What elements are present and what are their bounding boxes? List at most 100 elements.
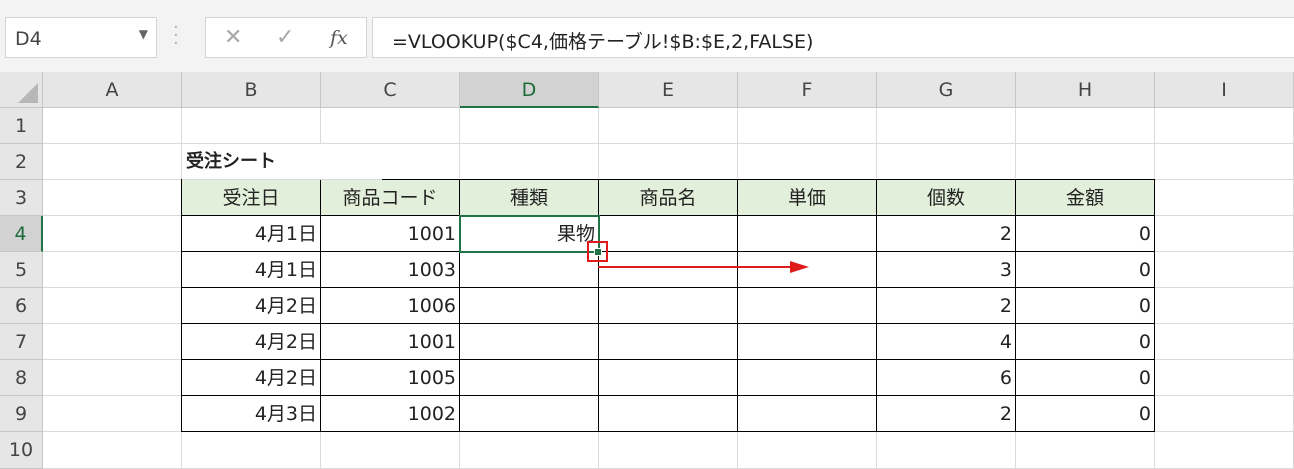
fill-handle[interactable]: [594, 248, 602, 256]
row-header-8[interactable]: 8: [0, 360, 43, 396]
table-header-c[interactable]: 商品コード: [321, 180, 460, 216]
table-header-e[interactable]: 商品名: [599, 180, 738, 216]
cell-a6[interactable]: [43, 288, 182, 324]
cell-b6[interactable]: 4月2日: [182, 288, 321, 324]
sheet-title[interactable]: 受注シート: [182, 144, 382, 180]
cell-i6[interactable]: [1155, 288, 1294, 324]
table-header-f[interactable]: 単価: [738, 180, 877, 216]
cell-f7[interactable]: [738, 324, 877, 360]
row-header-1[interactable]: 1: [0, 108, 43, 144]
cell-a1[interactable]: [43, 108, 182, 144]
cell-b10[interactable]: [182, 432, 321, 469]
cell-e10[interactable]: [599, 432, 738, 469]
cell-e7[interactable]: [599, 324, 738, 360]
cell-d8[interactable]: [460, 360, 599, 396]
table-header-d[interactable]: 種類: [460, 180, 599, 216]
cell-e8[interactable]: [599, 360, 738, 396]
row-header-2[interactable]: 2: [0, 144, 43, 180]
cell-d7[interactable]: [460, 324, 599, 360]
cell-b8[interactable]: 4月2日: [182, 360, 321, 396]
cell-d1[interactable]: [460, 108, 599, 144]
cell-i7[interactable]: [1155, 324, 1294, 360]
cell-e6[interactable]: [599, 288, 738, 324]
drag-handle-icon[interactable]: · · ·: [173, 19, 179, 53]
cell-c7[interactable]: 1001: [321, 324, 460, 360]
formula-input[interactable]: =VLOOKUP($C4,価格テーブル!$B:$E,2,FALSE): [372, 17, 1294, 58]
cell-i9[interactable]: [1155, 396, 1294, 432]
column-header-g[interactable]: G: [877, 72, 1016, 108]
row-header-4[interactable]: 4: [0, 216, 43, 252]
cell-i2[interactable]: [1155, 144, 1294, 180]
table-header-b[interactable]: 受注日: [182, 180, 321, 216]
cell-f10[interactable]: [738, 432, 877, 469]
column-header-i[interactable]: I: [1155, 72, 1294, 108]
row-header-9[interactable]: 9: [0, 396, 43, 432]
cell-d4[interactable]: 果物: [460, 216, 599, 252]
cell-g6[interactable]: 2: [877, 288, 1016, 324]
cell-e9[interactable]: [599, 396, 738, 432]
cell-g8[interactable]: 6: [877, 360, 1016, 396]
select-all-button[interactable]: [0, 72, 43, 108]
cell-b9[interactable]: 4月3日: [182, 396, 321, 432]
cell-a5[interactable]: [43, 252, 182, 288]
cell-i4[interactable]: [1155, 216, 1294, 252]
cell-c10[interactable]: [321, 432, 460, 469]
cancel-icon[interactable]: ✕: [224, 25, 242, 50]
row-header-10[interactable]: 10: [0, 432, 43, 469]
cell-h2[interactable]: [1016, 144, 1155, 180]
cell-f6[interactable]: [738, 288, 877, 324]
cell-c9[interactable]: 1002: [321, 396, 460, 432]
cell-g7[interactable]: 4: [877, 324, 1016, 360]
cell-g5[interactable]: 3: [877, 252, 1016, 288]
cell-g10[interactable]: [877, 432, 1016, 469]
cell-a2[interactable]: [43, 144, 182, 180]
cell-e1[interactable]: [599, 108, 738, 144]
column-header-e[interactable]: E: [599, 72, 738, 108]
cell-h1[interactable]: [1016, 108, 1155, 144]
cell-c1[interactable]: [321, 108, 460, 144]
cell-b7[interactable]: 4月2日: [182, 324, 321, 360]
cell-f4[interactable]: [738, 216, 877, 252]
column-header-f[interactable]: F: [738, 72, 877, 108]
row-header-7[interactable]: 7: [0, 324, 43, 360]
column-header-b[interactable]: B: [182, 72, 321, 108]
cell-i1[interactable]: [1155, 108, 1294, 144]
cell-a7[interactable]: [43, 324, 182, 360]
cell-d6[interactable]: [460, 288, 599, 324]
column-header-h[interactable]: H: [1016, 72, 1155, 108]
cell-a3[interactable]: [43, 180, 182, 216]
cell-c4[interactable]: 1001: [321, 216, 460, 252]
cell-d2[interactable]: [460, 144, 599, 180]
cell-h8[interactable]: 0: [1016, 360, 1155, 396]
cell-g2[interactable]: [877, 144, 1016, 180]
cell-h5[interactable]: 0: [1016, 252, 1155, 288]
chevron-down-icon[interactable]: ▼: [139, 27, 148, 41]
table-header-h[interactable]: 金額: [1016, 180, 1155, 216]
cell-f8[interactable]: [738, 360, 877, 396]
name-box[interactable]: D4 ▼: [5, 17, 157, 58]
cell-f9[interactable]: [738, 396, 877, 432]
cell-c5[interactable]: 1003: [321, 252, 460, 288]
cell-d5[interactable]: [460, 252, 599, 288]
insert-function-icon[interactable]: fx: [330, 27, 348, 49]
cell-a10[interactable]: [43, 432, 182, 469]
cell-i8[interactable]: [1155, 360, 1294, 396]
cell-b4[interactable]: 4月1日: [182, 216, 321, 252]
cell-h7[interactable]: 0: [1016, 324, 1155, 360]
cell-i3[interactable]: [1155, 180, 1294, 216]
row-header-6[interactable]: 6: [0, 288, 43, 324]
cell-b1[interactable]: [182, 108, 321, 144]
cell-h4[interactable]: 0: [1016, 216, 1155, 252]
cell-c8[interactable]: 1005: [321, 360, 460, 396]
cell-a4[interactable]: [43, 216, 182, 252]
enter-icon[interactable]: ✓: [276, 25, 294, 50]
cell-h9[interactable]: 0: [1016, 396, 1155, 432]
cell-f1[interactable]: [738, 108, 877, 144]
cell-e4[interactable]: [599, 216, 738, 252]
column-header-a[interactable]: A: [43, 72, 182, 108]
cell-d10[interactable]: [460, 432, 599, 469]
cell-h10[interactable]: [1016, 432, 1155, 469]
cell-a8[interactable]: [43, 360, 182, 396]
column-header-c[interactable]: C: [321, 72, 460, 108]
row-header-5[interactable]: 5: [0, 252, 43, 288]
